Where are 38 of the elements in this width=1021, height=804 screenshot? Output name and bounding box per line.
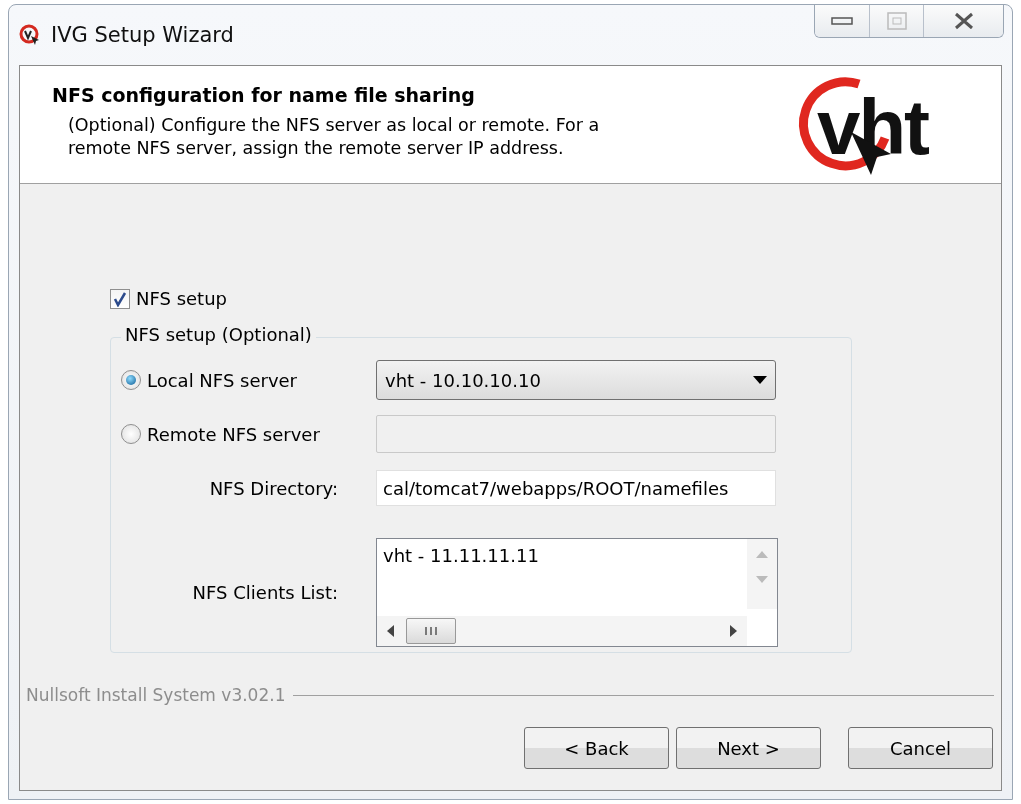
radio-label[interactable]: Local NFS server [147,369,297,391]
minimize-icon [831,16,853,26]
radio-button[interactable] [121,370,141,390]
scroll-thumb[interactable] [406,618,456,644]
vertical-scrollbar[interactable] [747,539,777,609]
server-input-field[interactable] [376,415,776,453]
page-title: NFS configuration for name file sharing [52,84,476,106]
scroll-right-icon[interactable] [730,625,737,637]
wizard-button[interactable]: Next > [676,727,821,769]
caret-icon [753,376,767,384]
field-label: NFS Directory: [208,477,339,499]
grip-icon [423,626,439,636]
group-title: NFS setup (Optional) [121,324,316,345]
logo: vht [789,69,989,180]
list-item[interactable]: vht - 11.11.11.11 [377,539,747,572]
horizontal-scrollbar[interactable] [377,616,747,646]
server-dropdown[interactable]: vht - 10.10.10.10 [376,360,776,400]
scroll-down-icon[interactable] [756,576,768,583]
directory-input-field[interactable]: cal/tomcat7/webapps/ROOT/namefiles [376,470,776,506]
wizard-button[interactable]: < Back [524,727,669,769]
close-icon [952,12,975,30]
app-icon [19,24,41,46]
checkbox[interactable] [110,288,130,309]
checkbox-label[interactable]: NFS setup [136,288,227,309]
field-label: NFS Clients List: [191,582,339,603]
scroll-left-icon[interactable] [387,625,394,637]
maximize-icon [886,12,907,30]
radio-label[interactable]: Remote NFS server [147,423,320,445]
scroll-up-icon[interactable] [756,551,768,558]
clients-list-box[interactable]: vht - 11.11.11.11 [376,538,778,647]
minimize-button[interactable] [815,5,869,37]
close-button[interactable] [923,5,1003,37]
page-description: (Optional) Configure the NFS server as local or remote. For a remote NFS server, assign the remote server IP address. [68,114,601,160]
window-title: IVG Setup Wizard [51,23,234,47]
radio-button[interactable] [121,424,141,444]
installer-brand: Nullsoft Install System v3.02.1 [26,685,286,705]
wizard-button[interactable]: Cancel [848,727,993,769]
maximize-button[interactable] [869,5,923,37]
